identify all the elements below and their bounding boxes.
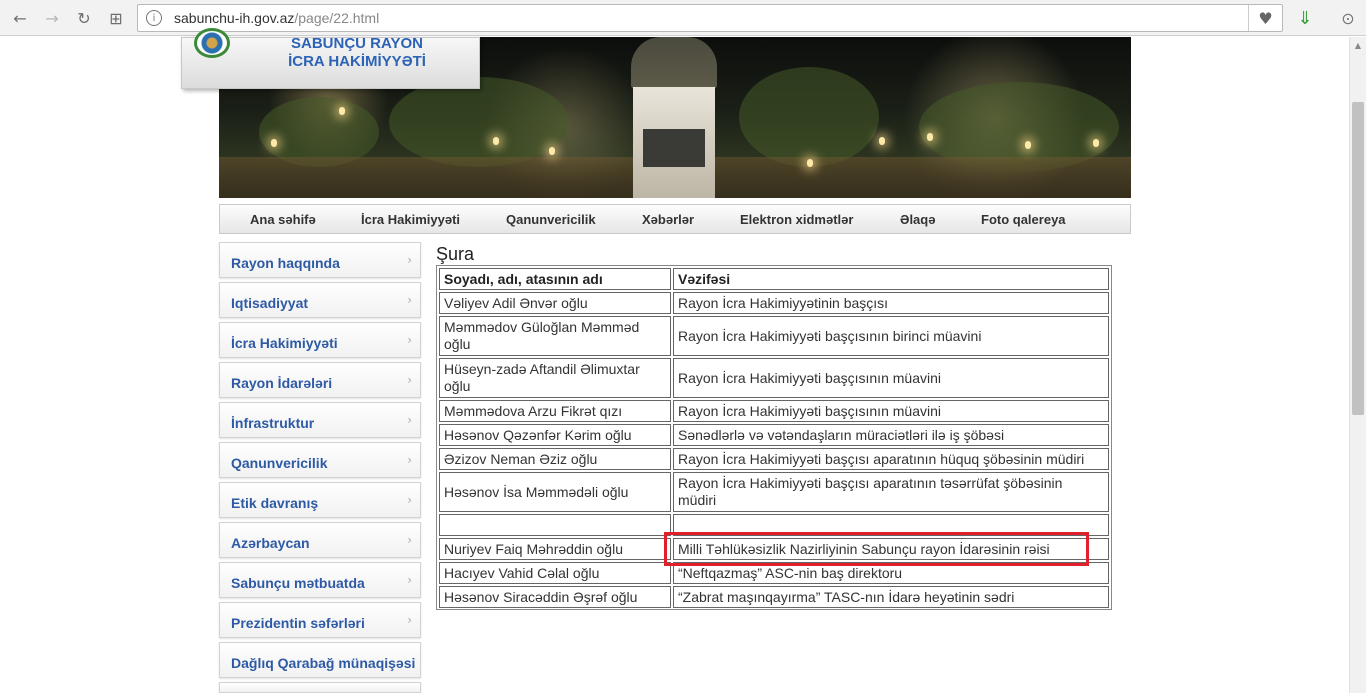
sidebar-item-executive-power[interactable]: İcra Hakimiyyəti › (219, 322, 421, 358)
scroll-thumb[interactable] (1352, 102, 1364, 415)
apps-grid-icon[interactable]: ⊞ (104, 6, 128, 30)
nav-executive-power[interactable]: İcra Hakimiyyəti (361, 212, 460, 227)
chevron-right-icon: › (407, 373, 412, 387)
chevron-right-icon: › (407, 573, 412, 587)
table-cell-position: Rayon İcra Hakimiyyəti başçısı aparatını… (673, 472, 1109, 512)
table-cell-position: Rayon İcra Hakimiyyəti başçısı aparatını… (673, 448, 1109, 470)
download-extension-icon[interactable]: ⇓ (1293, 6, 1317, 30)
table-cell-name: Məmmədov Güloğlan Məmməd oğlu (439, 316, 671, 356)
table-cell-position: Rayon İcra Hakimiyyətinin başçısı (673, 292, 1109, 314)
chevron-right-icon: › (407, 453, 412, 467)
chevron-right-icon: › (407, 253, 412, 267)
table-header-position: Vəzifəsi (673, 268, 1109, 290)
sidebar-item-economy[interactable]: Iqtisadiyyat › (219, 282, 421, 318)
back-icon[interactable]: ← (8, 6, 32, 30)
table-cell-name: Əzizov Neman Əziz oğlu (439, 448, 671, 470)
page-title: Şura (436, 244, 475, 264)
sidebar-item-ethics[interactable]: Etik davranış › (219, 482, 421, 518)
sidebar-item-legislation[interactable]: Qanunvericilik › (219, 442, 421, 478)
forward-icon[interactable]: → (40, 6, 64, 30)
table-cell-name: Vəliyev Adil Ənvər oğlu (439, 292, 671, 314)
chevron-right-icon: › (407, 333, 412, 347)
sidebar-item-karabakh-conflict[interactable]: Dağlıq Qarabağ münaqişəsi (219, 642, 421, 678)
nav-e-services[interactable]: Elektron xidmətlər (740, 212, 853, 227)
top-navigation: Ana səhifə İcra Hakimiyyəti Qanunvericil… (219, 204, 1131, 234)
table-cell-name (439, 514, 671, 536)
table-cell-name: Nuriyev Faiq Məhrəddin oğlu (439, 538, 671, 560)
sidebar-item-infrastructure[interactable]: İnfrastruktur › (219, 402, 421, 438)
sidebar-item-district-offices[interactable]: Rayon İdarələri › (219, 362, 421, 398)
chevron-right-icon: › (407, 613, 412, 627)
sidebar-item-azerbaijan[interactable]: Azərbaycan › (219, 522, 421, 558)
chevron-right-icon: › (407, 533, 412, 547)
chevron-right-icon: › (407, 413, 412, 427)
table-cell-name: Həsənov İsa Məmmədəli oğlu (439, 472, 671, 512)
nav-contact[interactable]: Əlaqə (900, 212, 935, 227)
site-logo[interactable]: SABUNÇU RAYON İCRA HAKİMİYYƏTİ (181, 28, 480, 89)
download-status-icon[interactable]: ⊙ (1336, 6, 1360, 30)
site-logo-text: SABUNÇU RAYON İCRA HAKİMİYYƏTİ (288, 35, 426, 70)
table-cell-position: “Zabrat maşınqayırma” TASC-nın İdarə hey… (673, 586, 1109, 608)
highlight-annotation-box (664, 532, 1089, 566)
monument-pedestal (633, 87, 715, 198)
table-cell-position: Rayon İcra Hakimiyyəti başçısının müavin… (673, 400, 1109, 422)
reload-icon[interactable]: ↻ (72, 6, 96, 30)
sidebar-item-president-visits[interactable]: Prezidentin səfərləri › (219, 602, 421, 638)
table-cell-position: Rayon İcra Hakimiyyəti başçısının birinc… (673, 316, 1109, 356)
page-scrollbar[interactable]: ▲ (1349, 37, 1366, 693)
table-cell-name: Həsənov Qəzənfər Kərim oğlu (439, 424, 671, 446)
table-header-name: Soyadı, adı, atasının adı (439, 268, 671, 290)
nav-photo-gallery[interactable]: Foto qalereya (981, 212, 1066, 227)
nav-legislation[interactable]: Qanunvericilik (506, 212, 596, 227)
url-text[interactable]: sabunchu-ih.gov.az/page/22.html (174, 10, 379, 26)
nav-home[interactable]: Ana səhifə (250, 212, 316, 227)
table-cell-position: Sənədlərlə və vətəndaşların müraciətləri… (673, 424, 1109, 446)
table-cell-name: Həsənov Siracəddin Əşrəf oğlu (439, 586, 671, 608)
chevron-right-icon: › (407, 293, 412, 307)
table-cell-name: Hacıyev Vahid Cəlal oğlu (439, 562, 671, 584)
site-info-icon[interactable]: i (146, 10, 162, 26)
bookmark-heart-icon[interactable]: ♥ (1248, 5, 1282, 31)
nav-news[interactable]: Xəbərlər (642, 212, 694, 227)
scroll-up-arrow-icon[interactable]: ▲ (1350, 37, 1366, 53)
address-bar[interactable]: i sabunchu-ih.gov.az/page/22.html ♥ (137, 4, 1283, 32)
coat-of-arms-icon (194, 28, 230, 58)
sidebar-item-about-district[interactable]: Rayon haqqında › (219, 242, 421, 278)
monument-statue (631, 37, 717, 89)
table-cell-name: Hüseyn-zadə Aftandil Əlimuxtar oğlu (439, 358, 671, 398)
table-cell-name: Məmmədova Arzu Fikrət qızı (439, 400, 671, 422)
sidebar-item-press[interactable]: Sabunçu mətbuatda › (219, 562, 421, 598)
chevron-right-icon: › (407, 493, 412, 507)
table-cell-position: Rayon İcra Hakimiyyəti başçısının müavin… (673, 358, 1109, 398)
sidebar-item-partial[interactable] (219, 682, 421, 693)
